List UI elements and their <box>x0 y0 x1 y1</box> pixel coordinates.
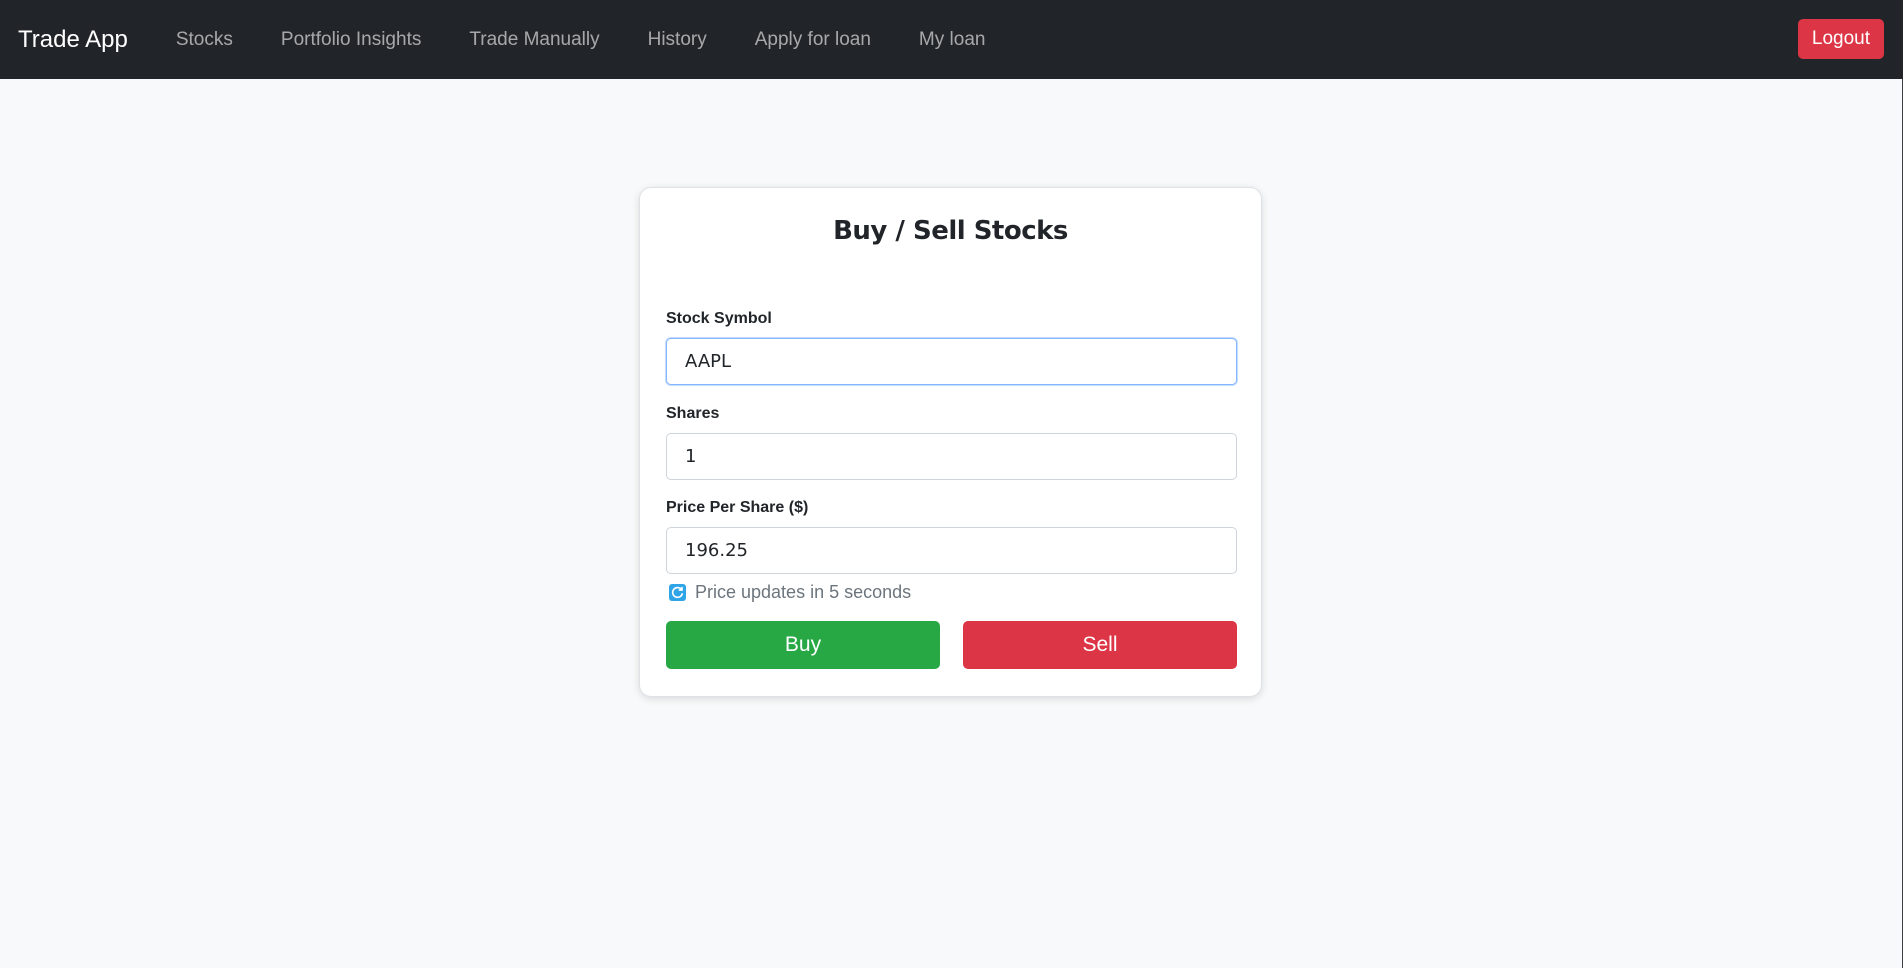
nav-portfolio-insights[interactable]: Portfolio Insights <box>257 29 445 51</box>
stock-symbol-input[interactable] <box>666 338 1237 385</box>
nav-items: Stocks Portfolio Insights Trade Manually… <box>152 29 1010 51</box>
top-navbar: Trade App Stocks Portfolio Insights Trad… <box>0 0 1903 79</box>
brand-link[interactable]: Trade App <box>18 26 128 54</box>
nav-history[interactable]: History <box>624 29 731 51</box>
price-update-note: Price updates in 5 seconds <box>669 582 911 603</box>
stock-symbol-label: Stock Symbol <box>666 310 772 327</box>
price-per-share-input[interactable] <box>666 527 1237 574</box>
refresh-icon <box>669 584 686 601</box>
price-per-share-label: Price Per Share ($) <box>666 499 809 516</box>
nav-trade-manually[interactable]: Trade Manually <box>445 29 623 51</box>
shares-input[interactable] <box>666 433 1237 480</box>
logout-button[interactable]: Logout <box>1797 19 1884 59</box>
price-update-text: Price updates in 5 seconds <box>695 582 912 602</box>
buy-button[interactable]: Buy <box>666 621 940 669</box>
page: Trade App Stocks Portfolio Insights Trad… <box>0 0 1903 968</box>
nav-apply-for-loan[interactable]: Apply for loan <box>731 29 895 51</box>
shares-label: Shares <box>666 405 720 422</box>
nav-my-loan[interactable]: My loan <box>895 29 1010 51</box>
sell-button[interactable]: Sell <box>963 621 1237 669</box>
nav-stocks[interactable]: Stocks <box>152 29 257 51</box>
trade-form-card: Buy / Sell Stocks Stock Symbol Shares Pr… <box>639 187 1262 697</box>
form-title: Buy / Sell Stocks <box>833 216 1068 246</box>
